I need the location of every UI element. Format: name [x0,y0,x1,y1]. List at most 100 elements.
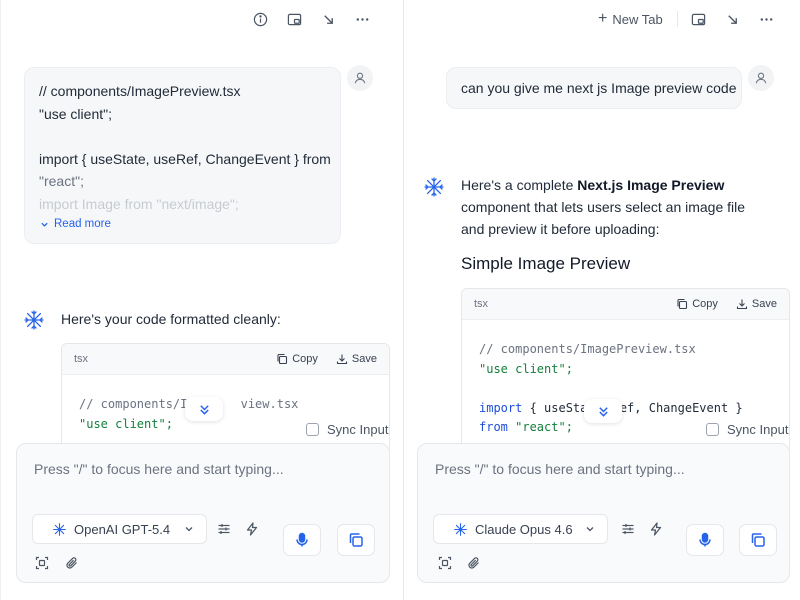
composer: Press "/" to focus here and start typing… [16,443,390,583]
more-icon [760,17,773,21]
multi-send-button[interactable] [337,524,375,556]
sync-input-label: Sync Input [327,422,389,437]
copy-stack-icon [349,533,363,547]
assistant-bold-text: Next.js Image Preview [577,177,725,193]
more-options-button[interactable] [750,6,784,32]
minimize-button[interactable] [311,6,345,32]
code-block-header: tsx Copy Save [462,289,789,320]
voice-input-button[interactable] [283,524,321,556]
lightning-icon [650,522,662,536]
microphone-icon [296,532,308,547]
double-chevron-down-icon [199,404,209,415]
attach-file-button[interactable] [63,554,81,572]
copy-code-button[interactable]: Copy [676,298,718,310]
read-more-link[interactable]: Read more [40,218,111,230]
copy-code-button[interactable]: Copy [276,353,318,365]
picture-in-picture-button[interactable] [277,6,311,32]
minimize-arrow-icon [728,14,738,24]
sync-input-toggle[interactable]: Sync Input [706,420,789,439]
read-more-label: Read more [54,218,111,230]
info-icon [253,12,267,26]
picture-in-picture-button[interactable] [682,6,716,32]
user-avatar [748,65,774,91]
code-text: view.tsx [240,397,299,411]
settings-sliders-button[interactable] [619,520,637,538]
settings-sliders-button[interactable] [215,520,233,538]
composer: Press "/" to focus here and start typing… [417,443,790,583]
copy-label: Copy [292,353,318,365]
message-line: "use client"; [39,105,112,122]
quick-actions-button[interactable] [647,520,665,538]
model-name: OpenAI GPT-5.4 [74,521,171,537]
user-avatar [347,65,373,91]
user-message: // components/ImagePreview.tsx "use clie… [24,67,341,244]
minimize-arrow-icon [323,14,333,24]
picture-in-picture-icon [287,13,301,25]
sync-input-checkbox[interactable] [306,423,319,436]
chevron-down-icon [586,527,594,532]
more-icon [356,17,368,21]
new-tab-button[interactable]: + New Tab [588,6,673,32]
assistant-text: Here's a complete [461,177,578,193]
sliders-icon [622,524,634,534]
paperclip-icon [468,557,479,569]
model-name: Claude Opus 4.6 [475,521,573,537]
code-string: "react"; [507,420,573,434]
assistant-message: Here's your code formatted cleanly: [61,311,281,327]
model-selector[interactable]: Claude Opus 4.6 [433,514,608,544]
right-chat-pane: + New Tab can you give me next js Image … [403,0,800,600]
copy-stack-icon [751,533,765,547]
sync-input-toggle[interactable]: Sync Input [306,420,389,439]
code-line: "use client"; [479,361,573,376]
sync-input-checkbox[interactable] [706,423,719,436]
minimize-button[interactable] [716,6,750,32]
download-icon [736,299,747,310]
code-keyword: import [479,400,523,415]
user-icon [354,72,366,84]
sliders-icon [218,524,230,534]
chevron-down-icon [41,222,48,227]
screenshot-button[interactable] [33,554,51,572]
screenshot-icon [35,556,49,570]
model-selector[interactable]: OpenAI GPT-5.4 [32,514,207,544]
quick-actions-button[interactable] [243,520,261,538]
download-icon [336,354,347,365]
save-label: Save [751,298,777,310]
save-code-button[interactable]: Save [736,298,777,310]
code-line: import { useStat Ref, ChangeEvent } [479,399,772,419]
new-tab-label: New Tab [612,11,663,27]
multi-send-button[interactable] [739,524,777,556]
message-line: import Image from "next/image"; [39,195,239,212]
more-options-button[interactable] [345,6,379,32]
message-input[interactable]: Press "/" to focus here and start typing… [435,461,685,477]
code-block-header: tsx Copy Save [62,344,389,375]
model-sparkle-icon [53,522,66,536]
screenshot-button[interactable] [436,554,454,572]
copy-icon [277,353,288,365]
message-input[interactable]: Press "/" to focus here and start typing… [34,461,284,477]
picture-in-picture-icon [691,13,706,25]
scroll-to-bottom-button[interactable] [185,397,223,421]
code-language: tsx [474,298,489,310]
code-text: Ref, ChangeEvent } [612,400,743,415]
right-toolbar: + New Tab [588,6,784,32]
sync-input-label: Sync Input [727,422,789,437]
voice-input-button[interactable] [686,524,724,556]
attach-file-button[interactable] [465,554,483,572]
paperclip-icon [66,557,77,569]
save-label: Save [351,353,377,365]
scroll-to-bottom-button[interactable] [584,399,622,423]
toolbar-divider [676,11,678,27]
save-code-button[interactable]: Save [336,353,377,365]
copy-icon [677,298,688,310]
assistant-message: Here's a complete Next.js Image Preview … [461,174,761,240]
assistant-sparkle-icon [424,177,444,197]
response-heading: Simple Image Preview [461,254,631,273]
info-button[interactable] [243,6,277,32]
left-chat-pane: // components/ImagePreview.tsx "use clie… [0,0,402,600]
screenshot-icon [438,556,452,570]
message-line: // components/ImagePreview.tsx [39,83,241,99]
code-content: // components/Im view.tsx "use client"; [62,375,389,452]
left-toolbar [243,6,379,32]
